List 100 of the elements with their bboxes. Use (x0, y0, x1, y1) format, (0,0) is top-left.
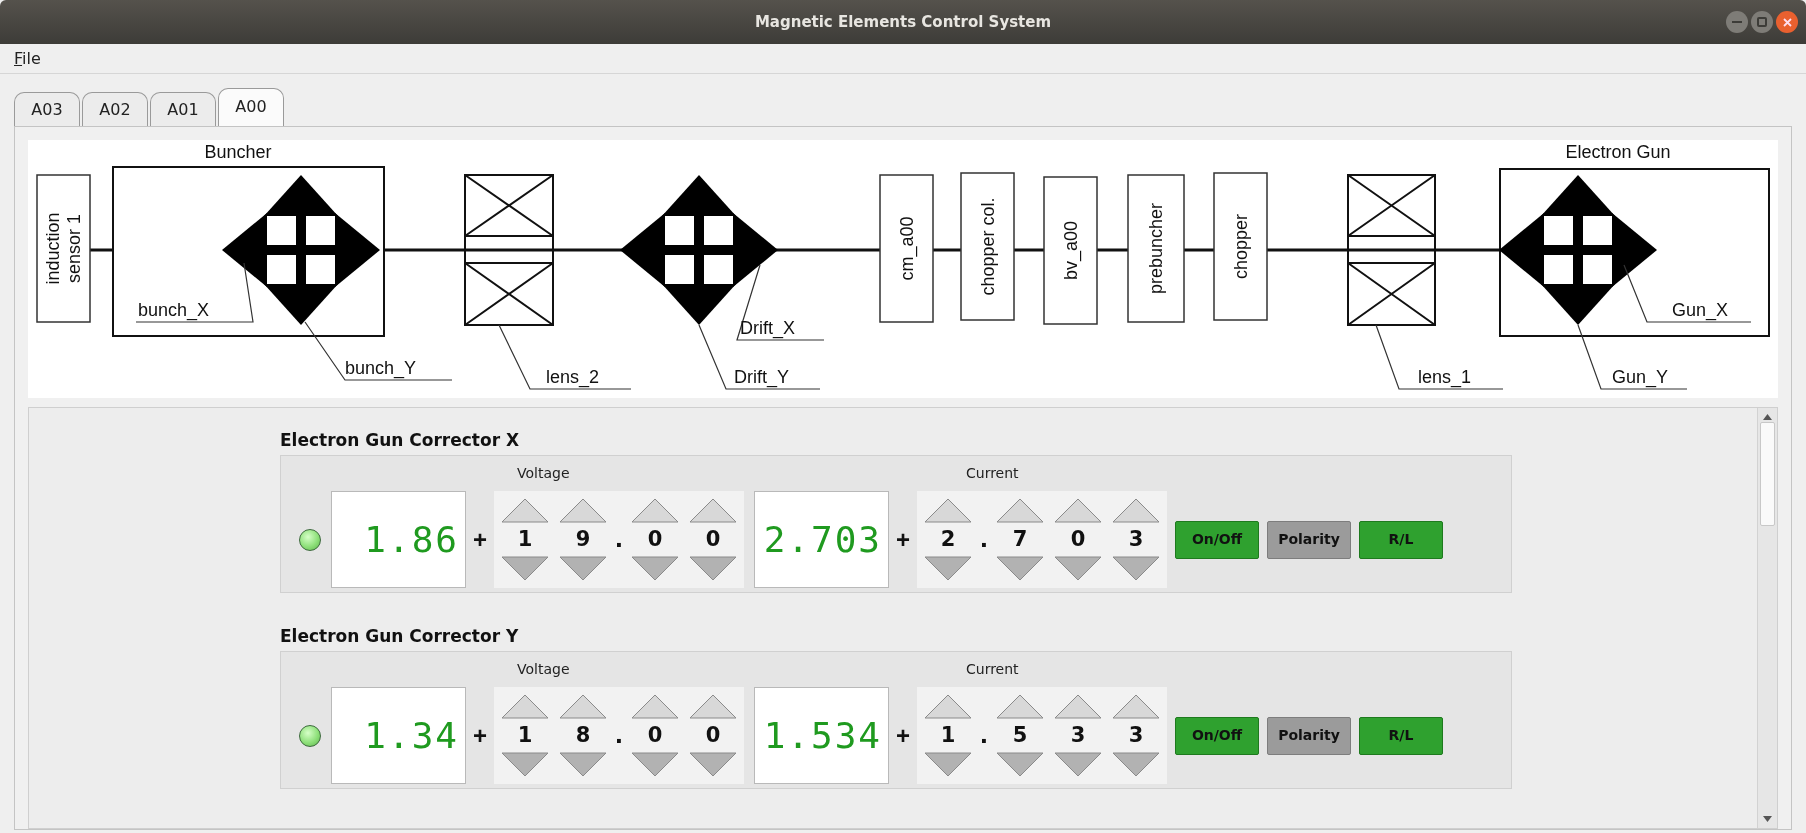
element-label: lens_1 (1418, 367, 1472, 387)
increment-arrow[interactable] (1112, 694, 1160, 719)
component-label: chopper col. (977, 197, 998, 296)
element-label: Drift_Y (734, 367, 789, 387)
decrement-arrow[interactable] (501, 556, 549, 581)
decrement-arrow[interactable] (689, 556, 737, 581)
field-label: Voltage (517, 464, 571, 483)
element-label: Gun_Y (1612, 367, 1669, 387)
value-display: 2.703 (754, 491, 889, 588)
digit-value: 7 (1012, 526, 1028, 553)
sign-label: + (895, 524, 911, 555)
decimal-point: . (613, 526, 625, 554)
tab[interactable]: A00 (218, 88, 284, 126)
scroll-up-icon[interactable] (1763, 414, 1772, 420)
element-label: Drift_X (740, 318, 795, 338)
decrement-arrow[interactable] (559, 556, 607, 581)
digit-value: 0 (705, 722, 721, 749)
increment-arrow[interactable] (631, 498, 679, 523)
toggle-button[interactable]: On/Off (1175, 716, 1259, 755)
element-label: bunch_X (138, 300, 210, 320)
increment-arrow[interactable] (501, 498, 549, 523)
digit-value: 2 (940, 526, 956, 553)
window-title: Magnetic Elements Control System (754, 11, 1052, 33)
sign-label: + (472, 720, 488, 751)
decrement-arrow[interactable] (924, 752, 972, 777)
increment-arrow[interactable] (1054, 498, 1102, 523)
increment-arrow[interactable] (996, 694, 1044, 719)
digit-value: 0 (1070, 526, 1086, 553)
increment-arrow[interactable] (501, 694, 549, 719)
element-label: Gun_X (1672, 300, 1729, 320)
digit-value: 0 (647, 526, 663, 553)
decrement-arrow[interactable] (996, 752, 1044, 777)
component-label: cm_a00 (896, 216, 917, 281)
decrement-arrow[interactable] (996, 556, 1044, 581)
digit-value: 1 (517, 526, 533, 553)
element-label: bunch_Y (345, 358, 417, 378)
decimal-point: . (978, 526, 990, 554)
sign-label: + (472, 524, 488, 555)
digit-value: 1 (517, 722, 533, 749)
increment-arrow[interactable] (996, 498, 1044, 523)
close-icon (1782, 17, 1792, 27)
increment-arrow[interactable] (559, 498, 607, 523)
value-display: 1.86 (331, 491, 466, 588)
decimal-point: . (613, 722, 625, 750)
decrement-arrow[interactable] (1112, 556, 1160, 581)
decrement-arrow[interactable] (1054, 556, 1102, 581)
scroll-down-icon[interactable] (1763, 816, 1772, 822)
scrollbar-thumb[interactable] (1760, 422, 1775, 526)
component-label: induction sensor 1 (43, 212, 84, 285)
section-title: Electron Gun Corrector X (280, 429, 521, 452)
toggle-button[interactable]: On/Off (1175, 520, 1259, 559)
digit-value: 0 (705, 526, 721, 553)
increment-arrow[interactable] (559, 694, 607, 719)
decrement-arrow[interactable] (501, 752, 549, 777)
value-display: 1.534 (754, 687, 889, 784)
increment-arrow[interactable] (1112, 498, 1160, 523)
component-label: bv_a00 (1060, 220, 1081, 281)
toggle-button[interactable]: R/L (1359, 520, 1443, 559)
minimize-button[interactable] (1726, 11, 1748, 33)
menu-item[interactable]: File (14, 46, 41, 71)
scrollbar[interactable] (1757, 408, 1777, 828)
increment-arrow[interactable] (924, 694, 972, 719)
field-label: Voltage (517, 660, 571, 679)
digit-value: 3 (1070, 722, 1086, 749)
cross-arrows-icon (222, 175, 380, 325)
tab[interactable]: A03 (14, 92, 80, 126)
cross-arrows-icon (1499, 175, 1657, 325)
decimal-point: . (978, 722, 990, 750)
decrement-arrow[interactable] (689, 752, 737, 777)
digit-value: 3 (1128, 526, 1144, 553)
digit-value: 3 (1128, 722, 1144, 749)
increment-arrow[interactable] (631, 694, 679, 719)
digit-value: 8 (575, 722, 591, 749)
decrement-arrow[interactable] (631, 752, 679, 777)
tab[interactable]: A01 (150, 92, 216, 126)
tab[interactable]: A02 (82, 92, 148, 126)
increment-arrow[interactable] (689, 498, 737, 523)
digit-value: 1 (940, 722, 956, 749)
value-display: 1.34 (331, 687, 466, 784)
toggle-button[interactable]: R/L (1359, 716, 1443, 755)
increment-arrow[interactable] (924, 498, 972, 523)
close-button[interactable] (1776, 11, 1798, 33)
decrement-arrow[interactable] (924, 556, 972, 581)
component-label: chopper (1230, 213, 1251, 280)
decrement-arrow[interactable] (1054, 752, 1102, 777)
component-label: prebuncher (1146, 202, 1166, 295)
toggle-button[interactable]: Polarity (1267, 716, 1351, 755)
increment-arrow[interactable] (1054, 694, 1102, 719)
element-label: lens_2 (546, 367, 600, 387)
field-label: Current (966, 660, 1019, 679)
decrement-arrow[interactable] (631, 556, 679, 581)
frame-title: Buncher (204, 142, 272, 162)
decrement-arrow[interactable] (1112, 752, 1160, 777)
section-title: Electron Gun Corrector Y (280, 625, 520, 648)
toggle-button[interactable]: Polarity (1267, 520, 1351, 559)
increment-arrow[interactable] (689, 694, 737, 719)
decrement-arrow[interactable] (559, 752, 607, 777)
frame-title: Electron Gun (1565, 142, 1671, 162)
digit-value: 9 (575, 526, 591, 553)
field-label: Current (966, 464, 1019, 483)
